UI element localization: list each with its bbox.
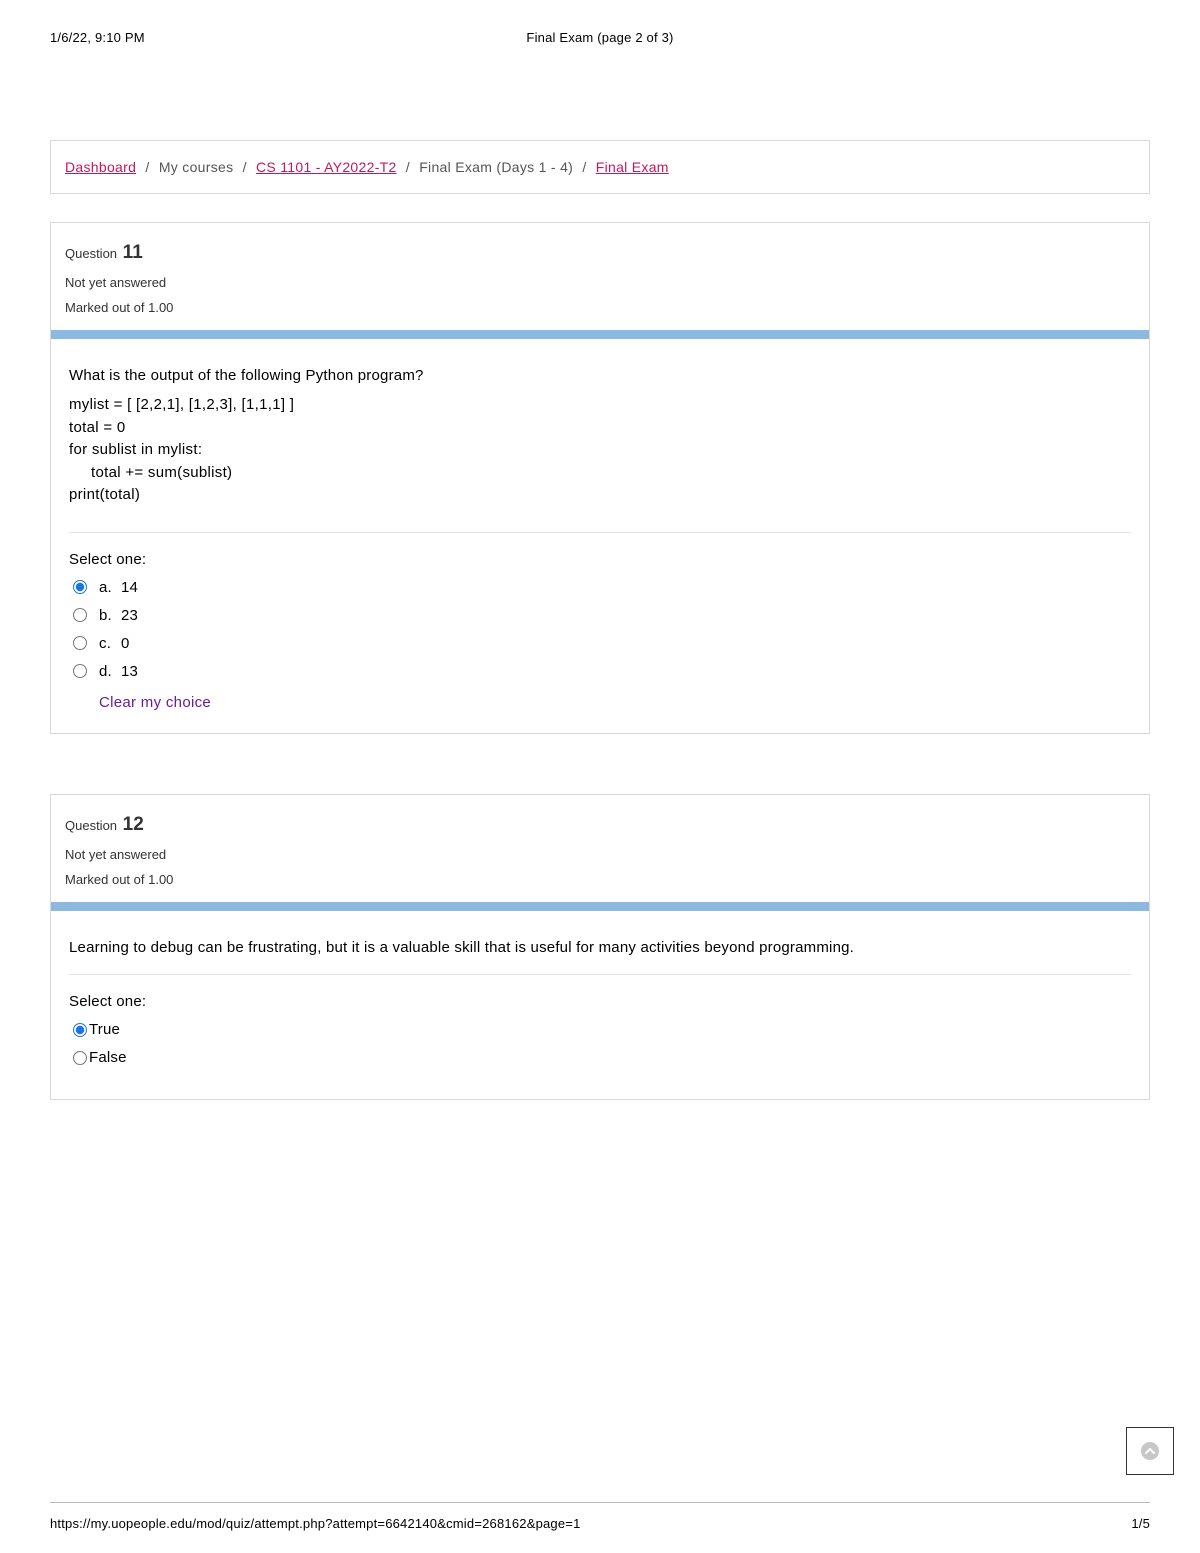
breadcrumb: Dashboard / My courses / CS 1101 - AY202… — [50, 140, 1150, 194]
code-line: total = 0 — [69, 417, 1131, 440]
print-url: https://my.uopeople.edu/mod/quiz/attempt… — [50, 1516, 581, 1531]
option-c[interactable]: c. 0 — [69, 635, 1131, 652]
print-title: Final Exam (page 2 of 3) — [526, 30, 673, 45]
question-12-card>: Question 12 Not yet answered Marked out … — [50, 794, 1150, 1100]
breadcrumb-course-link[interactable]: CS 1101 - AY2022-T2 — [256, 159, 397, 175]
question-number: 12 — [123, 814, 144, 835]
question-header: Question 12 Not yet answered Marked out … — [51, 795, 1149, 902]
print-header: 1/6/22, 9:10 PM Final Exam (page 2 of 3) — [50, 30, 1150, 45]
divider — [69, 532, 1131, 533]
chevron-up-icon — [1141, 1442, 1159, 1460]
print-footer: https://my.uopeople.edu/mod/quiz/attempt… — [50, 1516, 1150, 1531]
question-11-card: Question 11 Not yet answered Marked out … — [50, 222, 1150, 734]
option-letter: d. — [99, 663, 121, 680]
breadcrumb-mycourses: My courses — [159, 159, 234, 175]
question-header: Question 11 Not yet answered Marked out … — [51, 223, 1149, 330]
option-letter: c. — [99, 635, 121, 652]
footer-rule — [50, 1502, 1150, 1503]
question-status: Not yet answered — [65, 271, 1135, 296]
breadcrumb-sep: / — [406, 159, 410, 175]
scroll-to-top-button[interactable] — [1126, 1427, 1174, 1475]
question-status: Not yet answered — [65, 843, 1135, 868]
select-one-label: Select one: — [69, 551, 1131, 568]
option-a[interactable]: a. 14 — [69, 579, 1131, 596]
radio-c[interactable] — [73, 636, 87, 650]
options-group-q11: a. 14 b. 23 c. 0 d. 13 — [69, 579, 1131, 680]
print-timestamp: 1/6/22, 9:10 PM — [50, 30, 145, 45]
question-marks: Marked out of 1.00 — [65, 296, 1135, 321]
option-true[interactable]: True — [69, 1021, 1131, 1038]
breadcrumb-section: Final Exam (Days 1 - 4) — [419, 159, 573, 175]
breadcrumb-dashboard-link[interactable]: Dashboard — [65, 159, 136, 175]
option-text: 23 — [121, 607, 138, 624]
radio-true[interactable] — [73, 1023, 87, 1037]
code-line: print(total) — [69, 484, 1131, 507]
radio-a[interactable] — [73, 580, 87, 594]
breadcrumb-sep: / — [582, 159, 586, 175]
question-number: 11 — [123, 242, 143, 263]
option-text: 14 — [121, 579, 138, 596]
question-marks: Marked out of 1.00 — [65, 868, 1135, 893]
option-d[interactable]: d. 13 — [69, 663, 1131, 680]
code-line: mylist = [ [2,2,1], [1,2,3], [1,1,1] ] — [69, 394, 1131, 417]
breadcrumb-exam-link[interactable]: Final Exam — [596, 159, 669, 175]
code-line: total += sum(sublist) — [69, 462, 1131, 485]
option-b[interactable]: b. 23 — [69, 607, 1131, 624]
select-one-label: Select one: — [69, 993, 1131, 1010]
question-word: Question — [65, 818, 117, 833]
option-false[interactable]: False — [69, 1049, 1131, 1066]
option-text: False — [89, 1049, 127, 1066]
option-text: 0 — [121, 635, 130, 652]
breadcrumb-sep: / — [243, 159, 247, 175]
question-word: Question — [65, 246, 117, 261]
radio-false[interactable] — [73, 1051, 87, 1065]
clear-my-choice-link[interactable]: Clear my choice — [99, 694, 1131, 711]
option-text: 13 — [121, 663, 138, 680]
option-letter: b. — [99, 607, 121, 624]
radio-d[interactable] — [73, 664, 87, 678]
question-divider — [51, 330, 1149, 339]
option-text: True — [89, 1021, 120, 1038]
code-block: mylist = [ [2,2,1], [1,2,3], [1,1,1] ] t… — [69, 394, 1131, 507]
question-prompt: Learning to debug can be frustrating, bu… — [69, 939, 1131, 956]
breadcrumb-sep: / — [145, 159, 149, 175]
print-pagenum: 1/5 — [1131, 1516, 1150, 1531]
divider — [69, 974, 1131, 975]
question-prompt: What is the output of the following Pyth… — [69, 367, 1131, 384]
code-line: for sublist in mylist: — [69, 439, 1131, 462]
question-divider — [51, 902, 1149, 911]
radio-b[interactable] — [73, 608, 87, 622]
options-group-q12: True False — [69, 1021, 1131, 1066]
option-letter: a. — [99, 579, 121, 596]
